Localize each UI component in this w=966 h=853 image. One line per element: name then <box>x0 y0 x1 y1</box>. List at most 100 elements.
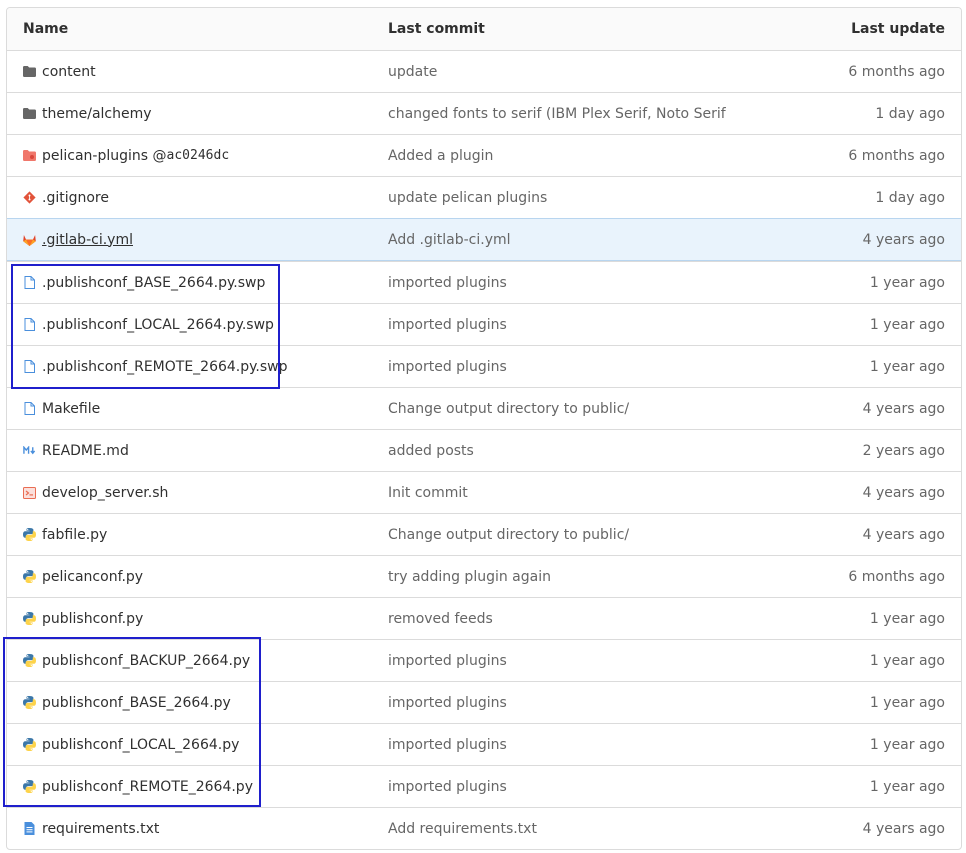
name-cell: README.md <box>7 443 388 459</box>
table-row[interactable]: publishconf_BASE_2664.py imported plugins… <box>7 681 961 723</box>
last-update-time: 1 year ago <box>869 778 945 795</box>
commit-message-link[interactable]: Add requirements.txt <box>388 821 818 837</box>
table-row[interactable]: Makefile Change output directory to publi… <box>7 387 961 429</box>
commit-message-link[interactable]: added posts <box>388 443 818 459</box>
python-icon <box>23 528 36 541</box>
commit-message-link[interactable]: try adding plugin again <box>388 569 818 585</box>
last-update-time: 4 years ago <box>862 820 945 837</box>
table-row[interactable]: requirements.txt Add requirements.txt 4 ye… <box>7 807 961 849</box>
commit-message-link[interactable]: Init commit <box>388 485 818 501</box>
file-link-develop-server-sh[interactable]: develop_server.sh <box>42 485 168 501</box>
table-row[interactable]: publishconf_REMOTE_2664.py imported plugi… <box>7 765 961 807</box>
file-link-pelicanconf-py[interactable]: pelicanconf.py <box>42 569 143 585</box>
commit-message-link[interactable]: Change output directory to public/ <box>388 527 818 543</box>
file-link-fabfile-py[interactable]: fabfile.py <box>42 527 107 543</box>
commit-message-link[interactable]: removed feeds <box>388 611 818 627</box>
folder-icon <box>23 65 36 78</box>
commit-message-link[interactable]: imported plugins <box>388 275 818 291</box>
commit-message-link[interactable]: imported plugins <box>388 779 818 795</box>
python-icon <box>23 570 36 583</box>
file-icon <box>23 402 36 415</box>
file-link-publishconf-base-2664-py-swp[interactable]: .publishconf_BASE_2664.py.swp <box>42 275 265 291</box>
last-update-time: 6 months ago <box>848 63 945 80</box>
last-update-time: 1 year ago <box>869 652 945 669</box>
file-link-publishconf-remote-2664-py[interactable]: publishconf_REMOTE_2664.py <box>42 779 253 795</box>
name-cell: requirements.txt <box>7 821 388 837</box>
last-update-time: 1 year ago <box>869 358 945 375</box>
last-update-time: 1 year ago <box>869 736 945 753</box>
commit-message-link[interactable]: changed fonts to serif (IBM Plex Serif, … <box>388 106 818 122</box>
commit-message-link[interactable]: imported plugins <box>388 359 818 375</box>
name-cell: publishconf_BASE_2664.py <box>7 695 388 711</box>
file-link-gitlab-ci-yml[interactable]: .gitlab-ci.yml <box>42 232 133 248</box>
last-update-time: 4 years ago <box>862 400 945 417</box>
python-icon <box>23 738 36 751</box>
commit-message-link[interactable]: imported plugins <box>388 653 818 669</box>
table-row[interactable]: publishconf_BACKUP_2664.py imported plugi… <box>7 639 961 681</box>
last-update-time: 1 day ago <box>875 189 945 206</box>
name-cell: pelicanconf.py <box>7 569 388 585</box>
file-link-readme-md[interactable]: README.md <box>42 443 129 459</box>
commit-message-link[interactable]: imported plugins <box>388 317 818 333</box>
file-link-gitignore[interactable]: .gitignore <box>42 190 109 206</box>
table-row[interactable]: .publishconf_BASE_2664.py.swp imported pl… <box>7 261 961 303</box>
table-row[interactable]: pelican-plugins @ ac0246dc Added a plugin… <box>7 134 961 176</box>
last-update-time: 4 years ago <box>862 526 945 543</box>
file-link-publishconf-py[interactable]: publishconf.py <box>42 611 143 627</box>
table-row[interactable]: publishconf.py removed feeds 1 year ago <box>7 597 961 639</box>
file-link-pelican-plugins[interactable]: pelican-plugins @ <box>42 148 167 164</box>
last-update-time: 6 months ago <box>848 147 945 164</box>
name-cell: publishconf_BACKUP_2664.py <box>7 653 388 669</box>
commit-message-link[interactable]: update pelican plugins <box>388 190 818 206</box>
file-link-requirements-txt[interactable]: requirements.txt <box>42 821 159 837</box>
file-link-theme-alchemy[interactable]: theme/alchemy <box>42 106 152 122</box>
last-update-time: 2 years ago <box>862 442 945 459</box>
commit-message-link[interactable]: Add .gitlab-ci.yml <box>388 232 818 248</box>
file-link-content[interactable]: content <box>42 64 96 80</box>
table-row[interactable]: pelicanconf.py try adding plugin again 6 m… <box>7 555 961 597</box>
header-last-commit: Last commit <box>388 21 485 37</box>
submodule-commit-hash[interactable]: ac0246dc <box>167 148 230 163</box>
last-update-time: 4 years ago <box>862 231 945 248</box>
last-update-time: 6 months ago <box>848 568 945 585</box>
commit-message-link[interactable]: update <box>388 64 818 80</box>
table-row[interactable]: .gitignore update pelican plugins 1 day ag… <box>7 176 961 218</box>
file-link-publishconf-base-2664-py[interactable]: publishconf_BASE_2664.py <box>42 695 231 711</box>
commit-message-link[interactable]: imported plugins <box>388 737 818 753</box>
text-file-icon <box>23 822 36 835</box>
python-icon <box>23 780 36 793</box>
table-row[interactable]: publishconf_LOCAL_2664.py imported plugin… <box>7 723 961 765</box>
name-cell: develop_server.sh <box>7 485 388 501</box>
commit-message-link[interactable]: Added a plugin <box>388 148 818 164</box>
table-row[interactable]: .publishconf_REMOTE_2664.py.swp imported … <box>7 345 961 387</box>
python-icon <box>23 612 36 625</box>
header-last-update: Last update <box>851 21 945 37</box>
file-link-publishconf-local-2664-py-swp[interactable]: .publishconf_LOCAL_2664.py.swp <box>42 317 274 333</box>
table-row[interactable]: theme/alchemy changed fonts to serif (IBM… <box>7 92 961 134</box>
commit-message-link[interactable]: imported plugins <box>388 695 818 711</box>
name-cell: publishconf.py <box>7 611 388 627</box>
python-icon <box>23 696 36 709</box>
python-icon <box>23 654 36 667</box>
file-link-publishconf-remote-2664-py-swp[interactable]: .publishconf_REMOTE_2664.py.swp <box>42 359 288 375</box>
file-link-publishconf-local-2664-py[interactable]: publishconf_LOCAL_2664.py <box>42 737 239 753</box>
markdown-icon <box>23 444 36 457</box>
last-update-time: 1 year ago <box>869 316 945 333</box>
table-row[interactable]: README.md added posts 2 years ago <box>7 429 961 471</box>
table-row[interactable]: fabfile.py Change output directory to pub… <box>7 513 961 555</box>
table-row[interactable]: .gitlab-ci.yml Add .gitlab-ci.yml 4 years … <box>7 218 961 261</box>
name-cell: Makefile <box>7 401 388 417</box>
table-row[interactable]: .publishconf_LOCAL_2664.py.swp imported p… <box>7 303 961 345</box>
last-update-time: 1 year ago <box>869 610 945 627</box>
file-link-makefile[interactable]: Makefile <box>42 401 100 417</box>
name-cell: .publishconf_BASE_2664.py.swp <box>7 275 388 291</box>
table-header: Name Last commit Last update <box>7 8 961 50</box>
file-icon <box>23 360 36 373</box>
table-row[interactable]: develop_server.sh Init commit 4 years ago <box>7 471 961 513</box>
file-link-publishconf-backup-2664-py[interactable]: publishconf_BACKUP_2664.py <box>42 653 250 669</box>
name-cell: publishconf_REMOTE_2664.py <box>7 779 388 795</box>
header-name: Name <box>23 21 69 37</box>
table-row[interactable]: content update 6 months ago <box>7 50 961 92</box>
git-icon <box>23 191 36 204</box>
commit-message-link[interactable]: Change output directory to public/ <box>388 401 818 417</box>
